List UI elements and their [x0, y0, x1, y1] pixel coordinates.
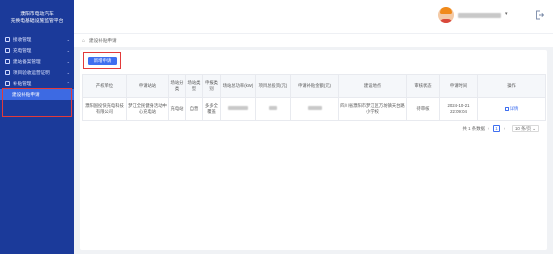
next-page-button[interactable]: ›: [501, 125, 508, 132]
sidebar-nav: 接收管理 ⌄ 充电管理 ⌄ 建站备案管理 ⌄ 项目验收运营证明 ⌄ 补贴管理 ⌃…: [0, 34, 74, 100]
table-row: 濮阳国投快充电科技有限公司 梦江全民健身活动中心充电站 充电站 自营 多多全覆盖…: [82, 97, 546, 121]
avatar[interactable]: [438, 7, 454, 23]
sidebar: 濮阳市电动汽车 充换电基础设施监管平台 接收管理 ⌄ 充电管理 ⌄ 建站备案管理…: [0, 0, 74, 254]
sidebar-item-label: 充电管理: [13, 47, 32, 53]
sidebar-item-label: 补贴管理: [13, 80, 32, 86]
cell-declare: 多多全覆盖: [202, 97, 221, 121]
main-panel: 新增申请 产权单位 申请站站 场站分类 场站类型 申报类别 场站总功率(kW) …: [80, 50, 547, 250]
column-header: 申报类别: [202, 74, 221, 98]
new-application-button[interactable]: 新增申请: [88, 57, 117, 65]
certificate-icon: [5, 70, 10, 75]
table-header-row: 产权单位 申请站站 场站分类 场站类型 申报类别 场站总功率(kW) 项目总投资…: [82, 74, 546, 98]
cell-action: 详情: [477, 97, 546, 121]
brand-line1: 濮阳市电动汽车: [20, 11, 54, 17]
pagination: 共 1 条数据 ‹ 1 › 10 条/页 ⌄: [463, 125, 539, 132]
sidebar-item-acceptance[interactable]: 项目验收运营证明 ⌄: [0, 67, 74, 78]
chevron-up-icon: ⌃: [66, 81, 70, 86]
brand-line2: 充换电基础设施监管平台: [10, 18, 64, 24]
app-root: 濮阳市电动汽车 充换电基础设施监管平台 接收管理 ⌄ 充电管理 ⌄ 建站备案管理…: [0, 0, 553, 254]
highlight-frame-apply: 新增申请: [83, 52, 121, 69]
sidebar-subitem-construction-subsidy[interactable]: 建设补贴申请: [0, 89, 74, 100]
redacted-value: [307, 106, 322, 110]
chevron-down-icon: ⌄: [66, 59, 70, 64]
column-header: 建设地点: [338, 74, 407, 98]
cell-owner: 濮阳国投快充电科技有限公司: [82, 97, 127, 121]
cell-time: 2024-10-21 22:09:04: [439, 97, 478, 121]
column-header: 申请补贴金额(元): [290, 74, 339, 98]
detail-link[interactable]: 详情: [504, 106, 519, 112]
pagination-total: 共 1 条数据: [462, 125, 485, 131]
sidebar-item-label: 建站备案管理: [13, 58, 41, 64]
cell-location: 四川省濮阳市梦江区万坊镇天台路小学校: [338, 97, 407, 121]
cell-status: 待审核: [406, 97, 440, 121]
sidebar-subitem-label: 建设补贴申请: [12, 91, 40, 97]
chevron-down-icon: ⌄: [66, 48, 70, 53]
detail-label: 详情: [509, 106, 519, 111]
sidebar-item-receive[interactable]: 接收管理 ⌄: [0, 34, 74, 45]
charger-icon: [5, 48, 10, 53]
logout-icon[interactable]: [535, 10, 544, 20]
column-header: 场站总功率(kW): [220, 74, 256, 98]
sidebar-item-charging[interactable]: 充电管理 ⌄: [0, 45, 74, 56]
chevron-down-icon[interactable]: ▾: [505, 11, 508, 17]
prev-page-button[interactable]: ‹: [485, 125, 492, 132]
avatar-body: [440, 19, 452, 23]
username[interactable]: [458, 13, 501, 18]
cell-invest: [255, 97, 291, 121]
redacted-value: [269, 106, 277, 110]
column-header: 场站分类: [168, 74, 186, 98]
redacted-value: [228, 106, 248, 110]
home-icon[interactable]: ⌂: [82, 38, 85, 44]
sidebar-item-filing[interactable]: 建站备案管理 ⌄: [0, 56, 74, 67]
top-header: ▾: [74, 0, 553, 33]
column-header: 申请站站: [126, 74, 169, 98]
cell-type: 自营: [185, 97, 203, 121]
column-header: 产权单位: [82, 74, 127, 98]
column-header: 场站类型: [185, 74, 203, 98]
column-header: 项目总投资(元): [255, 74, 291, 98]
brand: 濮阳市电动汽车 充换电基础设施监管平台: [0, 0, 74, 33]
document-icon: [5, 59, 10, 64]
helmet-icon: [440, 7, 452, 14]
cell-station: 梦江全民健身活动中心充电站: [126, 97, 169, 121]
cell-amount: [290, 97, 339, 121]
subsidy-table: 产权单位 申请站站 场站分类 场站类型 申报类别 场站总功率(kW) 项目总投资…: [82, 74, 546, 121]
column-header: 申请时间: [439, 74, 478, 98]
breadcrumb: ⌂ 建设补贴申请: [74, 33, 553, 47]
column-header: 操作: [477, 74, 546, 98]
chevron-down-icon: ⌄: [66, 37, 70, 42]
subsidy-icon: [5, 81, 10, 86]
sidebar-item-subsidy[interactable]: 补贴管理 ⌃: [0, 78, 74, 89]
page-number-current[interactable]: 1: [492, 125, 500, 132]
sidebar-item-label: 项目验收运营证明: [13, 69, 50, 75]
monitor-icon: [5, 37, 10, 42]
breadcrumb-current: 建设补贴申请: [89, 37, 117, 43]
cell-category: 充电站: [168, 97, 186, 121]
sidebar-item-label: 接收管理: [13, 36, 32, 42]
detail-icon: [504, 106, 509, 112]
column-header: 审核状态: [406, 74, 440, 98]
page-size-select[interactable]: 10 条/页 ⌄: [511, 125, 539, 132]
cell-power: [220, 97, 256, 121]
chevron-down-icon: ⌄: [66, 70, 70, 75]
